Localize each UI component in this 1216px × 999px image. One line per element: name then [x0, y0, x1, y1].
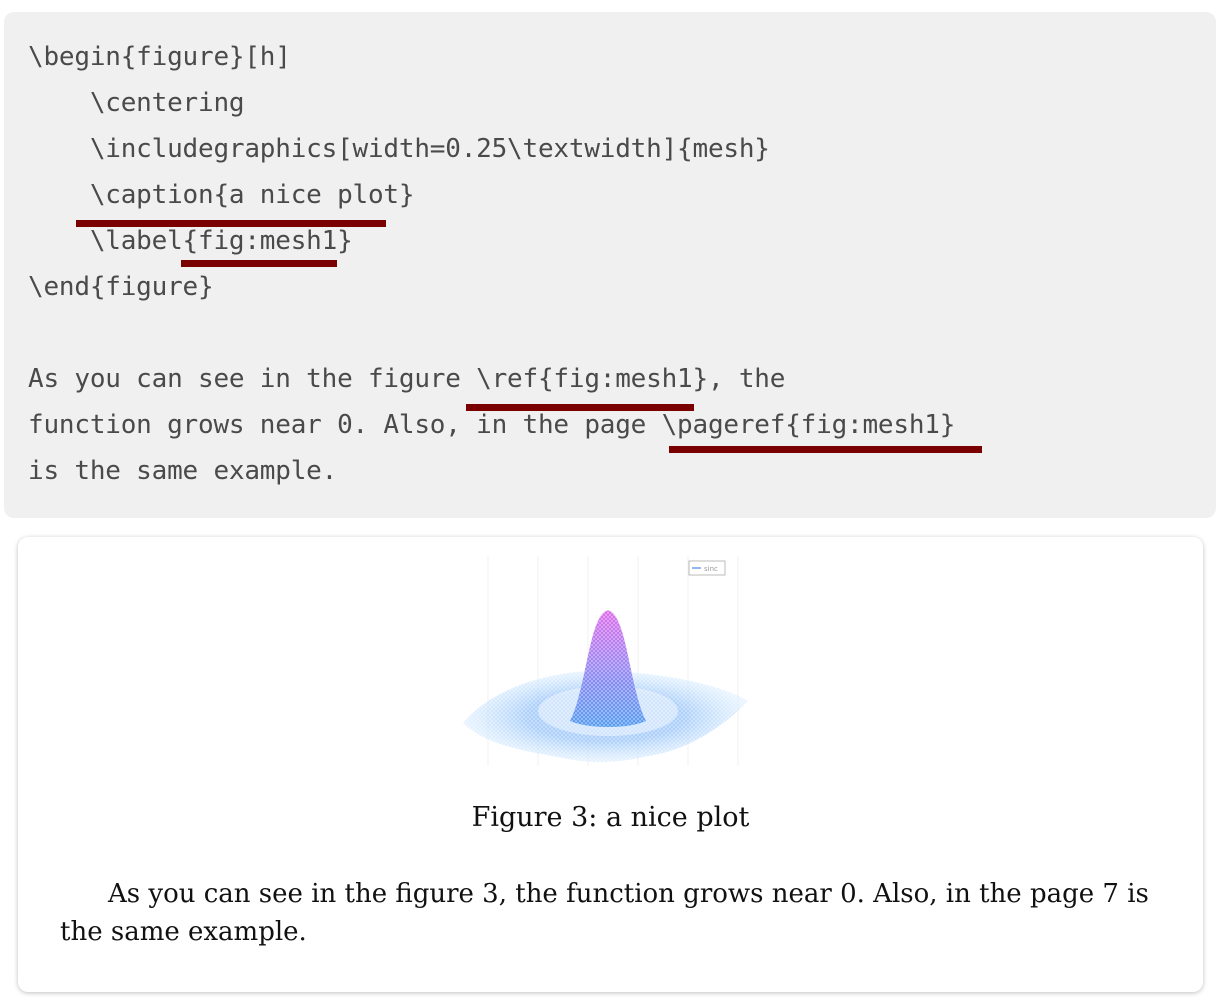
legend-label: sinc: [704, 565, 718, 573]
legend-box: sinc: [688, 560, 726, 576]
code-line-caption: \caption{a nice plot}: [28, 180, 415, 210]
ref-underline: [466, 404, 694, 411]
label-underline: [181, 260, 337, 267]
figure-caption: Figure 3: a nice plot: [471, 802, 750, 833]
rendered-output-panel: sinc Figure 3: a nice plot As you can se…: [18, 537, 1203, 992]
code-line-pageref-sentence: function grows near 0. Also, in the page…: [28, 410, 956, 440]
mesh-plot-image: sinc: [463, 556, 748, 766]
code-line-begin-figure: \begin{figure}[h]: [28, 42, 291, 72]
mesh-peak-texture: [570, 610, 646, 727]
caption-underline: [76, 220, 386, 227]
code-line-end-figure: \end{figure}: [28, 272, 214, 302]
code-line-same-example: is the same example.: [28, 456, 338, 486]
code-line-includegraphics: \includegraphics[width=0.25\textwidth]{m…: [28, 134, 770, 164]
code-line-ref-sentence: As you can see in the figure \ref{fig:me…: [28, 364, 786, 394]
code-line-centering: \centering: [28, 88, 245, 118]
pageref-underline: [669, 446, 982, 453]
code-line-label: \label{fig:mesh1}: [28, 226, 353, 256]
latex-code-panel: \begin{figure}[h] \centering \includegra…: [4, 12, 1216, 518]
rendered-paragraph: As you can see in the figure 3, the func…: [60, 879, 1149, 947]
